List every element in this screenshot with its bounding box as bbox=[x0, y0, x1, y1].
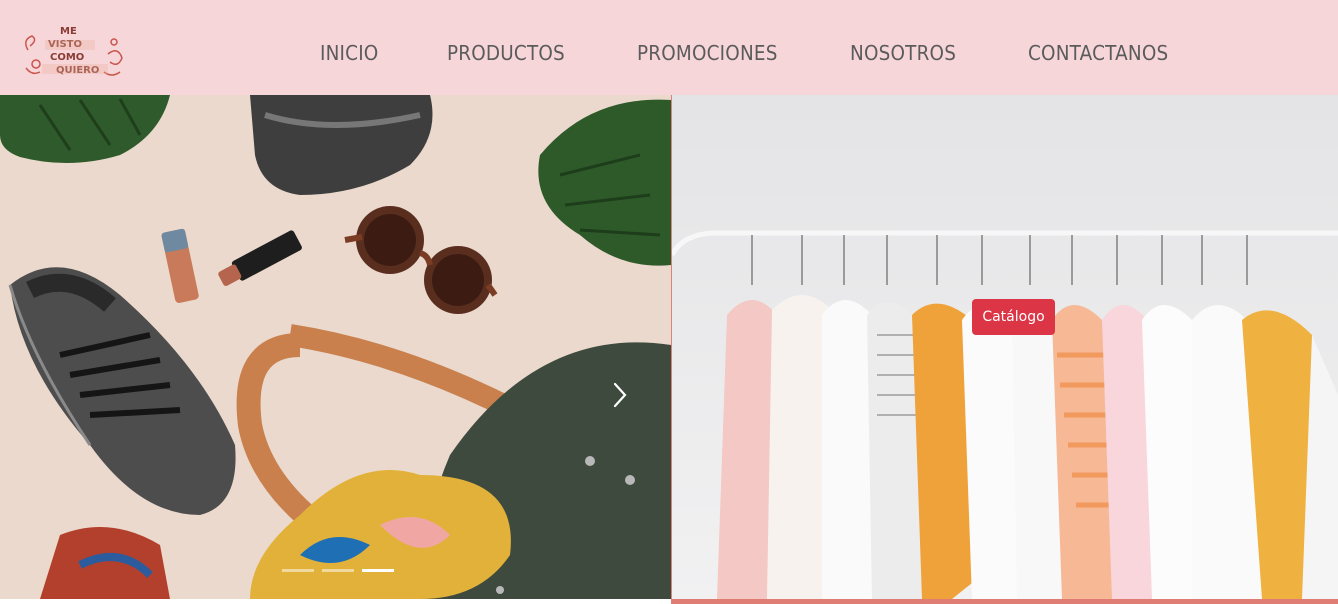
nav-link-contactanos[interactable]: CONTACTANOS bbox=[1028, 40, 1168, 66]
carousel-next-button[interactable] bbox=[605, 378, 635, 412]
carousel-indicator-active[interactable] bbox=[362, 569, 394, 572]
hero-carousel[interactable] bbox=[0, 95, 671, 599]
carousel-indicators bbox=[282, 569, 394, 572]
carousel-indicator[interactable] bbox=[282, 569, 314, 572]
chevron-right-icon bbox=[613, 382, 627, 408]
garments bbox=[717, 295, 1338, 599]
nav-link-promociones[interactable]: PROMOCIONES bbox=[637, 40, 778, 66]
nav-link-inicio[interactable]: INICIO bbox=[320, 40, 378, 66]
catalog-button[interactable]: Catálogo bbox=[972, 299, 1055, 335]
site-header: ME VISTO COMO QUIERO INICIO PRODUCTOS PR… bbox=[0, 0, 1338, 95]
nav-link-nosotros[interactable]: NOSOTROS bbox=[850, 40, 956, 66]
flat-lay-accessories-photo bbox=[0, 95, 671, 599]
main-nav: INICIO PRODUCTOS PROMOCIONES NOSOTROS CO… bbox=[0, 0, 1338, 95]
nav-link-productos[interactable]: PRODUCTOS bbox=[447, 40, 565, 66]
carousel-indicator[interactable] bbox=[322, 569, 354, 572]
left-bottom-strip bbox=[0, 599, 671, 604]
catalog-panel: Catálogo bbox=[672, 95, 1338, 599]
right-bottom-accent-bar bbox=[672, 599, 1338, 604]
clothes-rack-photo bbox=[672, 95, 1338, 599]
